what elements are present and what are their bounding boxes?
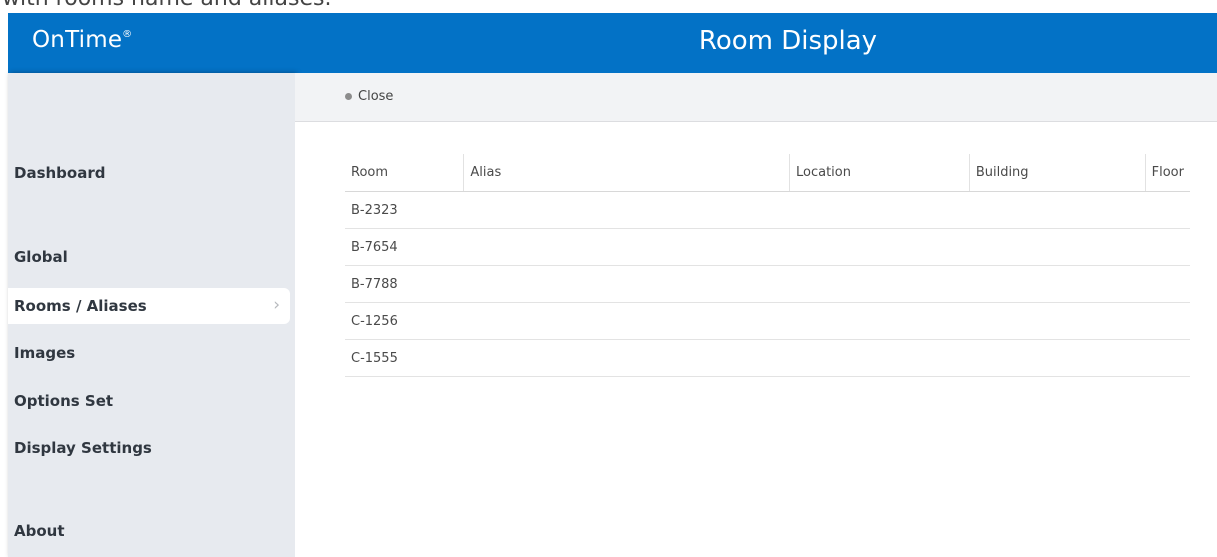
room-cell: C-1256 [345, 302, 464, 340]
alias-cell [463, 228, 790, 266]
logo-text: OnTime [32, 27, 123, 53]
floor-cell [1145, 302, 1190, 340]
sidebar-item-images[interactable]: Images [8, 335, 290, 371]
column-header-alias[interactable]: Alias [463, 154, 790, 192]
close-label: Close [358, 89, 394, 104]
table-header-row: Room Alias Location Building Floor [345, 154, 1190, 192]
sidebar-item-label: Images [14, 344, 76, 362]
building-cell [969, 228, 1146, 266]
building-cell [969, 265, 1146, 303]
dot-icon [345, 93, 352, 100]
sidebar-item-options-set[interactable]: Options Set [8, 383, 290, 419]
sidebar-item-label: Dashboard [14, 164, 106, 182]
column-header-floor[interactable]: Floor [1144, 154, 1190, 192]
table-row[interactable]: B-7788 [345, 265, 1190, 303]
rooms-table: Room Alias Location Building Floor B-232… [345, 154, 1190, 377]
room-cell: B-2323 [345, 191, 464, 229]
main-content: Close Room Alias Location Building Floor… [295, 73, 1217, 557]
sidebar-item-label: Options Set [14, 392, 114, 410]
alias-cell [463, 339, 790, 377]
chevron-right-icon: › [273, 295, 280, 315]
room-cell: B-7654 [345, 228, 464, 266]
sidebar-item-dashboard[interactable]: Dashboard [8, 155, 290, 191]
sidebar-item-label: Display Settings [14, 439, 152, 457]
sidebar-item-rooms-aliases[interactable]: Rooms / Aliases › [8, 288, 290, 324]
column-header-location[interactable]: Location [788, 154, 970, 192]
sidebar-item-global[interactable]: Global [8, 239, 290, 275]
caption-label: with rooms name and aliases. [2, 0, 331, 11]
location-cell [789, 228, 970, 266]
location-cell [789, 191, 970, 229]
table-row[interactable]: B-7654 [345, 228, 1190, 266]
building-cell [969, 302, 1146, 340]
location-cell [789, 339, 970, 377]
app-logo: OnTime® [32, 27, 132, 53]
sidebar-item-label: Global [14, 248, 68, 266]
column-header-building[interactable]: Building [968, 154, 1146, 192]
floor-cell [1145, 228, 1190, 266]
caption-text: with rooms name and aliases. [0, 0, 1217, 13]
alias-cell [463, 191, 790, 229]
sidebar-item-label: About [14, 522, 65, 540]
table-row[interactable]: B-2323 [345, 191, 1190, 229]
sidebar-item-display-settings[interactable]: Display Settings [8, 430, 290, 466]
floor-cell [1145, 191, 1190, 229]
location-cell [789, 302, 970, 340]
toolbar: Close [295, 73, 1217, 122]
column-header-room[interactable]: Room [345, 154, 464, 192]
building-cell [969, 339, 1146, 377]
sidebar-item-about[interactable]: About [8, 513, 290, 549]
building-cell [969, 191, 1146, 229]
location-cell [789, 265, 970, 303]
page-title: Room Display [698, 26, 878, 56]
app-header: OnTime® Room Display [8, 13, 1217, 73]
room-cell: B-7788 [345, 265, 464, 303]
sidebar: Dashboard Global Rooms / Aliases › Image… [8, 73, 295, 557]
registered-mark: ® [122, 29, 133, 40]
sidebar-item-label: Rooms / Aliases [14, 297, 147, 315]
floor-cell [1145, 265, 1190, 303]
table-row[interactable]: C-1555 [345, 339, 1190, 377]
floor-cell [1145, 339, 1190, 377]
alias-cell [463, 265, 790, 303]
close-button[interactable]: Close [345, 89, 393, 104]
room-cell: C-1555 [345, 339, 464, 377]
table-row[interactable]: C-1256 [345, 302, 1190, 340]
alias-cell [463, 302, 790, 340]
